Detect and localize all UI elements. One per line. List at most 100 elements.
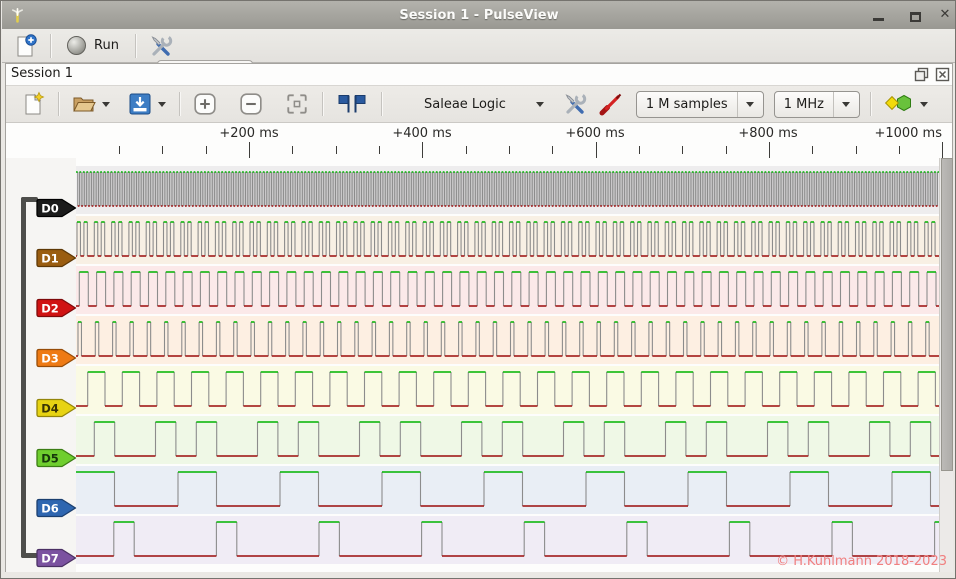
chevron-down-icon bbox=[842, 102, 850, 107]
channel-band-D4 bbox=[76, 366, 939, 414]
zoom-out-button[interactable] bbox=[236, 89, 266, 119]
maximize-button[interactable] bbox=[908, 8, 922, 22]
ruler-tick bbox=[856, 146, 857, 154]
close-panel-icon bbox=[935, 67, 950, 82]
toolbar-separator bbox=[135, 34, 136, 58]
wrench-screwdriver-icon bbox=[562, 91, 588, 117]
channel-group-bracket[interactable] bbox=[21, 197, 26, 558]
new-session-icon bbox=[12, 33, 38, 59]
save-button[interactable] bbox=[125, 89, 155, 119]
run-state-icon bbox=[67, 36, 86, 55]
ruler-tick bbox=[206, 146, 207, 154]
new-file-icon bbox=[20, 91, 46, 117]
zoom-in-icon bbox=[193, 92, 217, 116]
open-folder-icon bbox=[71, 91, 97, 117]
new-file-button[interactable] bbox=[18, 89, 48, 119]
ruler-tick bbox=[812, 146, 813, 154]
device-select[interactable]: Saleae Logic bbox=[424, 97, 544, 112]
minimize-button[interactable] bbox=[871, 8, 885, 22]
ruler-tick bbox=[379, 146, 380, 154]
sample-rate-dropdown[interactable]: 1 MHz bbox=[774, 91, 860, 118]
svg-text:D1: D1 bbox=[41, 251, 59, 265]
channel-band-D5 bbox=[76, 416, 939, 464]
float-panel-button[interactable] bbox=[914, 67, 929, 82]
run-label: Run bbox=[94, 38, 119, 53]
channel-tag-shape: D7 bbox=[35, 547, 77, 569]
ruler-tick bbox=[596, 142, 597, 158]
zoom-out-icon bbox=[239, 92, 263, 116]
channel-label-D1[interactable]: D1 bbox=[35, 247, 77, 269]
ruler-label: +400 ms bbox=[392, 126, 451, 141]
run-button[interactable]: Run bbox=[61, 36, 125, 55]
maximize-icon bbox=[910, 12, 921, 22]
sample-count-value: 1 M samples bbox=[646, 97, 728, 112]
channel-label-D2[interactable]: D2 bbox=[35, 297, 77, 319]
pulseview-window: Session 1 - PulseView ✕ Run bbox=[0, 0, 956, 579]
ruler-label: +200 ms bbox=[219, 126, 278, 141]
channel-band-D3 bbox=[76, 316, 939, 364]
decoder-menu-dropdown[interactable] bbox=[917, 90, 931, 118]
channel-label-D0[interactable]: D0 bbox=[35, 197, 77, 219]
waveform-view[interactable] bbox=[76, 158, 939, 572]
chevron-down-icon bbox=[746, 102, 754, 107]
channel-band-D2 bbox=[76, 266, 939, 314]
add-decoder-button[interactable] bbox=[881, 89, 917, 119]
waveform-canvas bbox=[76, 158, 939, 572]
ruler-tick bbox=[682, 146, 683, 154]
zoom-in-button[interactable] bbox=[190, 89, 220, 119]
close-button[interactable]: ✕ bbox=[938, 8, 952, 22]
settings-button[interactable] bbox=[146, 31, 176, 61]
ruler-tick bbox=[119, 146, 120, 154]
svg-text:D2: D2 bbox=[41, 301, 59, 315]
open-file-button[interactable] bbox=[69, 89, 99, 119]
svg-text:D7: D7 bbox=[41, 551, 59, 565]
save-icon bbox=[127, 91, 153, 117]
wrench-screwdriver-icon bbox=[148, 33, 174, 59]
vertical-scrollbar[interactable] bbox=[939, 158, 953, 572]
close-panel-button[interactable] bbox=[935, 67, 950, 82]
chevron-down-icon bbox=[102, 102, 110, 107]
svg-text:D4: D4 bbox=[41, 401, 59, 415]
ruler-tick bbox=[769, 142, 770, 158]
window-title: Session 1 - PulseView bbox=[2, 8, 956, 23]
ruler-tick bbox=[249, 142, 250, 158]
svg-text:D6: D6 bbox=[41, 501, 59, 515]
new-session-button[interactable] bbox=[10, 31, 40, 61]
sample-count-dropdown[interactable]: 1 M samples bbox=[636, 91, 764, 118]
channel-tag-shape: D4 bbox=[35, 397, 77, 419]
configure-device-button[interactable] bbox=[560, 89, 590, 119]
show-cursors-button[interactable] bbox=[333, 89, 371, 119]
close-icon: ✕ bbox=[940, 8, 951, 22]
channel-tag-shape: D6 bbox=[35, 497, 77, 519]
title-bar[interactable]: Session 1 - PulseView ✕ bbox=[2, 1, 956, 29]
panel-title: Session 1 bbox=[11, 66, 73, 81]
open-options-dropdown[interactable] bbox=[99, 90, 113, 118]
channel-label-D3[interactable]: D3 bbox=[35, 347, 77, 369]
svg-text:D3: D3 bbox=[41, 351, 59, 365]
save-options-dropdown[interactable] bbox=[155, 90, 169, 118]
channel-label-D4[interactable]: D4 bbox=[35, 397, 77, 419]
ruler-tick bbox=[899, 146, 900, 154]
channel-label-D5[interactable]: D5 bbox=[35, 447, 77, 469]
channel-tag-shape: D1 bbox=[35, 247, 77, 269]
scrollbar-thumb[interactable] bbox=[941, 158, 953, 471]
channel-label-D7[interactable]: D7 bbox=[35, 547, 77, 569]
channel-label-D6[interactable]: D6 bbox=[35, 497, 77, 519]
ruler-tick bbox=[726, 146, 727, 154]
toolbar-separator bbox=[50, 34, 51, 58]
chevron-down-icon bbox=[158, 102, 166, 107]
float-icon bbox=[914, 67, 929, 82]
channel-tag-shape: D3 bbox=[35, 347, 77, 369]
zoom-fit-button[interactable] bbox=[282, 89, 312, 119]
sample-count-caret bbox=[737, 92, 754, 117]
channel-tag-shape: D5 bbox=[35, 447, 77, 469]
zoom-fit-icon bbox=[285, 92, 309, 116]
watermark-text: © H.Kuhlmann 2018-2023 bbox=[776, 554, 947, 569]
time-ruler[interactable]: +200 ms+400 ms+600 ms+800 ms+1000 ms bbox=[6, 123, 952, 158]
channels-probe-button[interactable] bbox=[596, 89, 626, 119]
probe-icon bbox=[598, 91, 624, 117]
svg-text:D0: D0 bbox=[41, 201, 59, 215]
ruler-label: +1000 ms bbox=[874, 126, 942, 141]
minimize-icon bbox=[873, 18, 884, 21]
ruler-label: +800 ms bbox=[738, 126, 797, 141]
